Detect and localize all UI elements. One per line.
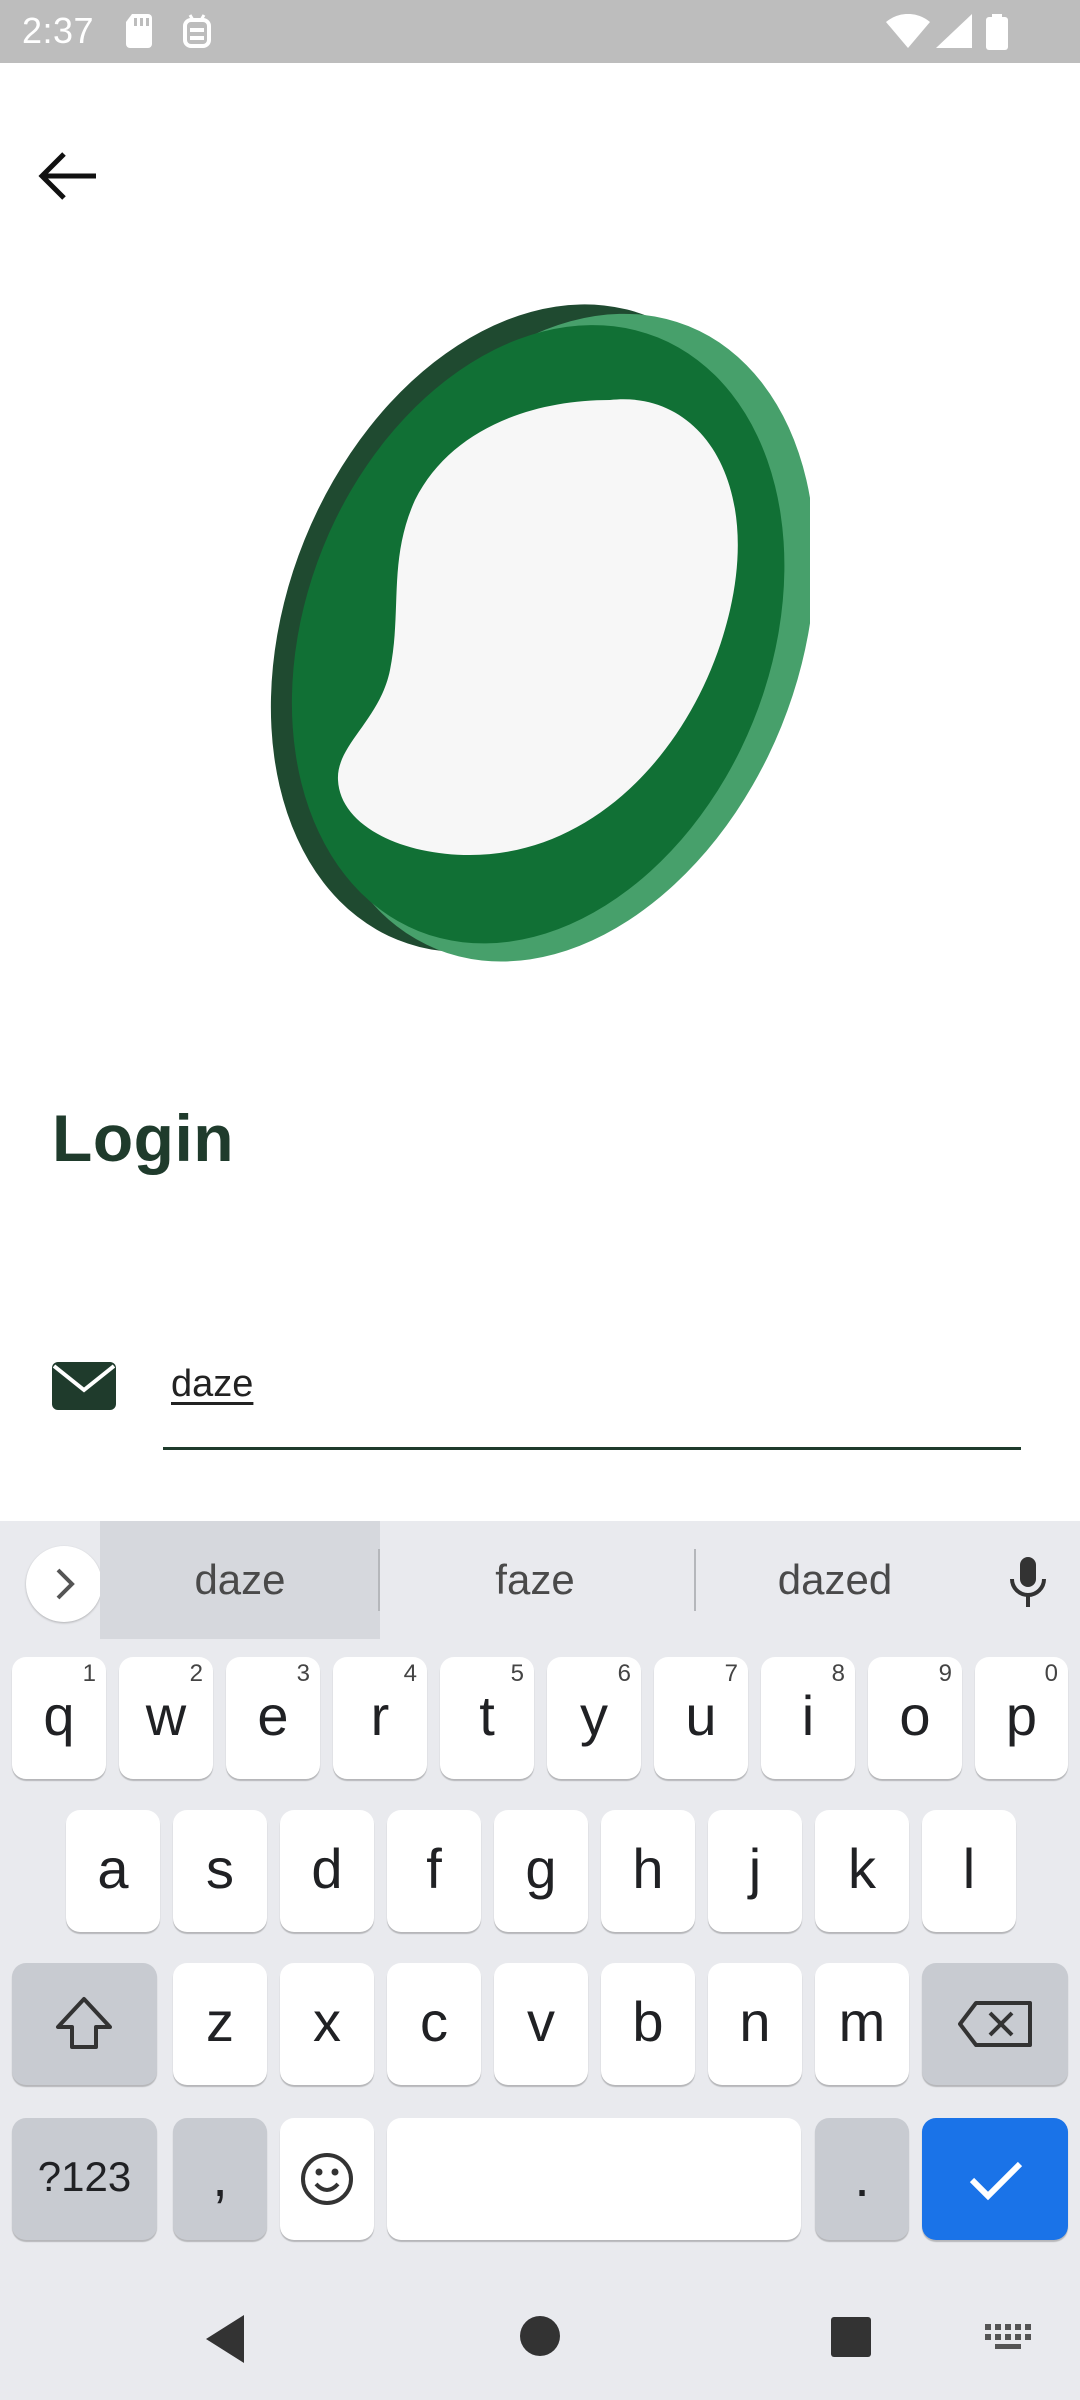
nav-recents-icon[interactable]: [830, 2316, 872, 2358]
suggestion-3[interactable]: dazed: [700, 1521, 970, 1639]
status-time: 2:37: [22, 10, 95, 51]
key-x[interactable]: x: [280, 1963, 374, 2085]
period-key[interactable]: .: [815, 2118, 909, 2240]
page-title: Login: [52, 1101, 235, 1175]
key-hint: 1: [82, 1660, 96, 1687]
key-s[interactable]: s: [173, 1810, 267, 1932]
key-k[interactable]: k: [815, 1810, 909, 1932]
key-o[interactable]: o9: [868, 1657, 962, 1779]
enter-key[interactable]: [922, 2118, 1068, 2240]
key-c[interactable]: c: [387, 1963, 481, 2085]
emoji-icon: [301, 2153, 353, 2205]
wifi-icon: [886, 14, 930, 48]
arrow-left-icon: [38, 152, 96, 200]
key-hint: 8: [831, 1660, 845, 1687]
keyboard-switch-icon[interactable]: [985, 2324, 1031, 2350]
suggestion-2[interactable]: faze: [390, 1521, 680, 1639]
nav-back-icon[interactable]: [200, 2311, 250, 2367]
cellular-signal-icon: [936, 14, 972, 48]
back-button[interactable]: [30, 140, 110, 212]
key-i[interactable]: i8: [761, 1657, 855, 1779]
key-label: p: [1005, 1684, 1038, 1747]
key-p[interactable]: p0: [975, 1657, 1068, 1779]
key-g[interactable]: g: [494, 1810, 588, 1932]
key-f[interactable]: f: [387, 1810, 481, 1932]
suggestion-bar: daze faze dazed: [0, 1521, 1080, 1641]
shift-key[interactable]: [12, 1963, 157, 2085]
android-icon: [183, 14, 211, 48]
key-label: r: [370, 1684, 390, 1747]
key-label: y: [580, 1684, 608, 1747]
key-n[interactable]: n: [708, 1963, 802, 2085]
suggestion-divider: [694, 1549, 696, 1611]
key-hint: 9: [938, 1660, 952, 1687]
key-hint: 3: [296, 1660, 310, 1687]
space-key[interactable]: [387, 2118, 801, 2240]
comma-key[interactable]: ,: [173, 2118, 267, 2240]
key-label: t: [479, 1684, 495, 1747]
key-a[interactable]: a: [66, 1810, 160, 1932]
key-label: u: [685, 1684, 717, 1747]
microphone-icon[interactable]: [998, 1551, 1058, 1611]
checkmark-icon: [969, 2161, 1023, 2201]
key-m[interactable]: m: [815, 1963, 909, 2085]
key-u[interactable]: u7: [654, 1657, 748, 1779]
chevron-right-icon: [56, 1568, 75, 1600]
key-r[interactable]: r4: [333, 1657, 427, 1779]
key-hint: 7: [724, 1660, 738, 1687]
suggestion-1[interactable]: daze: [100, 1521, 380, 1639]
key-label: e: [257, 1684, 289, 1747]
key-h[interactable]: h: [601, 1810, 695, 1932]
key-label: o: [899, 1684, 931, 1747]
key-q[interactable]: q1: [12, 1657, 106, 1779]
keyboard: daze faze dazed q1 w2 e3 r4 t5 y6 u7 i8 …: [0, 1521, 1080, 2400]
key-y[interactable]: y6: [547, 1657, 641, 1779]
key-v[interactable]: v: [494, 1963, 588, 2085]
status-bar: 2:37: [0, 0, 1080, 63]
key-e[interactable]: e3: [226, 1657, 320, 1779]
key-b[interactable]: b: [601, 1963, 695, 2085]
emoji-key[interactable]: [280, 2118, 374, 2240]
key-d[interactable]: d: [280, 1810, 374, 1932]
email-field[interactable]: daze: [163, 1355, 1021, 1450]
suggestion-divider: [378, 1549, 380, 1611]
key-label: q: [43, 1684, 75, 1747]
backspace-key[interactable]: [922, 1963, 1068, 2085]
key-l[interactable]: l: [922, 1810, 1016, 1932]
key-hint: 6: [617, 1660, 631, 1687]
green-ring-logo: [270, 304, 810, 962]
key-label: w: [145, 1684, 187, 1747]
envelope-icon: [52, 1362, 116, 1410]
email-input-value: daze: [171, 1363, 254, 1405]
key-t[interactable]: t5: [440, 1657, 534, 1779]
key-hint: 5: [510, 1660, 524, 1687]
sd-card-icon: [126, 14, 152, 48]
symbols-key[interactable]: ?123: [12, 2118, 157, 2240]
key-hint: 0: [1044, 1660, 1058, 1687]
battery-icon: [986, 14, 1008, 50]
keyboard-expand-button[interactable]: [26, 1546, 102, 1622]
key-w[interactable]: w2: [119, 1657, 213, 1779]
key-j[interactable]: j: [708, 1810, 802, 1932]
key-hint: 2: [189, 1660, 203, 1687]
backspace-icon: [958, 2001, 1032, 2047]
key-hint: 4: [403, 1660, 417, 1687]
shift-arrow-icon: [56, 1997, 112, 2049]
key-z[interactable]: z: [173, 1963, 267, 2085]
nav-home-icon[interactable]: [518, 2314, 562, 2358]
key-label: i: [801, 1684, 815, 1747]
